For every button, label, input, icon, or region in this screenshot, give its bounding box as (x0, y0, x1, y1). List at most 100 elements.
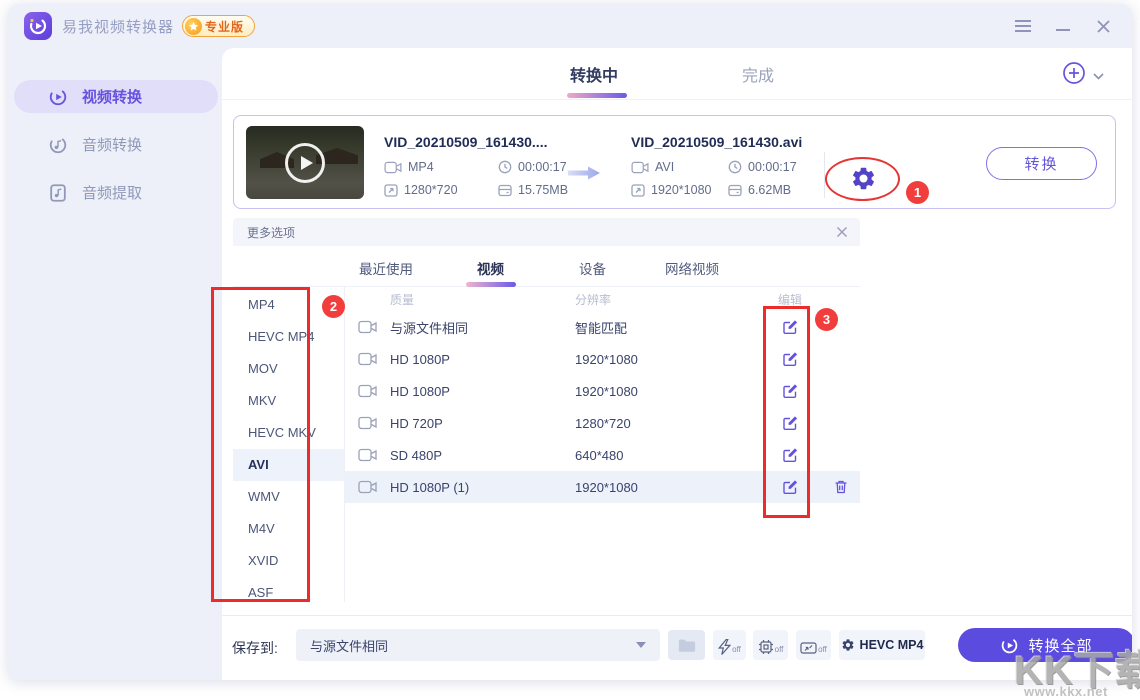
clock-icon (498, 160, 512, 174)
menu-icon[interactable] (1014, 17, 1032, 35)
panel-close-icon[interactable] (836, 226, 848, 238)
format-item-hevc-mkv[interactable]: HEVC MKV (233, 417, 344, 449)
row-quality: HD 1080P (390, 352, 575, 367)
row-quality: HD 1080P (1) (390, 480, 575, 495)
watermark-site: www.kkx.net (1024, 684, 1108, 699)
tab-finished[interactable]: 完成 (742, 62, 774, 86)
table-row-selected[interactable]: HD 1080P (1) 1920*1080 (345, 471, 860, 503)
table-row[interactable]: HD 1080P 1920*1080 (345, 375, 860, 407)
source-format: MP4 (384, 160, 434, 174)
audio-convert-icon (48, 135, 68, 155)
toggle-state-label: off (775, 645, 784, 655)
video-camera-icon (358, 320, 377, 334)
play-icon[interactable] (285, 143, 325, 183)
table-row[interactable]: SD 480P 640*480 (345, 439, 860, 471)
app-window: 易我视频转换器 专业版 (8, 4, 1132, 680)
edit-icon[interactable] (760, 415, 820, 431)
format-item-mkv[interactable]: MKV (233, 385, 344, 417)
video-camera-icon (358, 416, 377, 430)
tab-video[interactable]: 视频 (477, 258, 504, 278)
save-path-dropdown[interactable]: 与源文件相同 (296, 629, 660, 661)
convert-button[interactable]: 转换 (986, 147, 1097, 180)
chevron-down-icon[interactable] (1093, 67, 1104, 85)
options-tabs: 最近使用 视频 设备 网络视频 (233, 246, 860, 287)
tab-web-video[interactable]: 网络视频 (665, 258, 719, 278)
main-panel: 转换中 完成 (222, 48, 1132, 680)
preset-label: HEVC MP4 (860, 638, 924, 652)
format-item-m4v[interactable]: M4V (233, 513, 344, 545)
row-resolution: 智能匹配 (575, 318, 760, 337)
row-resolution: 640*480 (575, 448, 760, 463)
video-camera-icon (358, 480, 377, 494)
format-item-xvid[interactable]: XVID (233, 545, 344, 577)
sidebar-item-audio-convert[interactable]: 音频转换 (14, 128, 218, 161)
convert-all-button[interactable]: 转换全部 (958, 628, 1132, 662)
save-to-label: 保存到: (232, 638, 278, 658)
sidebar-item-label: 音频转换 (82, 134, 142, 155)
save-path-value: 与源文件相同 (310, 636, 388, 655)
play-circle-icon (1000, 636, 1019, 655)
delete-icon[interactable] (833, 479, 849, 495)
storage-icon (498, 184, 512, 197)
edit-icon[interactable] (760, 383, 820, 399)
minimize-icon[interactable] (1054, 17, 1072, 35)
target-resolution: 1920*1080 (631, 183, 711, 197)
options-body: MP4 HEVC MP4 MOV MKV HEVC MKV AVI WMV M4… (233, 287, 860, 602)
format-item-mov[interactable]: MOV (233, 353, 344, 385)
card-divider (824, 152, 825, 198)
footer-divider (222, 615, 1132, 616)
merge-files-toggle-button[interactable]: off (796, 630, 831, 660)
video-camera-icon (358, 384, 377, 398)
sidebar: 视频转换 音频转换 (8, 48, 222, 680)
source-duration: 00:00:17 (498, 160, 567, 174)
video-camera-icon (384, 161, 402, 174)
format-item-asf[interactable]: ASF (233, 577, 344, 602)
audio-extract-icon (48, 183, 68, 203)
format-item-avi-selected[interactable]: AVI (233, 449, 344, 481)
target-file-name: VID_20210509_161430.avi (631, 134, 802, 150)
settings-gear-icon[interactable] (850, 165, 877, 192)
table-row[interactable]: HD 720P 1280*720 (345, 407, 860, 439)
titlebar: 易我视频转换器 专业版 (8, 4, 1132, 48)
table-row[interactable]: HD 1080P 1920*1080 (345, 343, 860, 375)
edit-icon[interactable] (760, 351, 820, 367)
tab-header: 转换中 完成 (222, 48, 1132, 100)
open-folder-button[interactable] (668, 630, 705, 660)
add-file-icon[interactable] (1062, 61, 1086, 90)
edit-icon[interactable] (760, 319, 820, 335)
sidebar-item-audio-extract[interactable]: 音频提取 (14, 176, 218, 209)
high-speed-toggle-button[interactable]: off (713, 630, 746, 660)
header-quality: 质量 (390, 291, 575, 308)
more-options-header: 更多选项 (233, 218, 860, 246)
storage-icon (728, 184, 742, 197)
lightning-icon (718, 639, 731, 655)
row-resolution: 1920*1080 (575, 480, 760, 495)
convert-button-label: 转换 (1024, 153, 1058, 174)
close-icon[interactable] (1094, 17, 1112, 35)
app-logo-icon (24, 12, 52, 40)
row-resolution: 1920*1080 (575, 384, 760, 399)
target-duration: 00:00:17 (728, 160, 797, 174)
video-thumbnail[interactable] (246, 126, 364, 199)
gpu-acceleration-toggle-button[interactable]: off (753, 630, 788, 660)
output-preset-button[interactable]: HEVC MP4 (839, 630, 925, 660)
edit-icon[interactable] (760, 479, 820, 495)
add-file-control[interactable] (1062, 61, 1104, 90)
sidebar-item-label: 音频提取 (82, 182, 142, 203)
toggle-state-label: off (732, 645, 741, 655)
tab-device[interactable]: 设备 (579, 258, 606, 278)
table-row[interactable]: 与源文件相同 智能匹配 (345, 311, 860, 343)
active-tab-underline (567, 93, 627, 98)
edit-icon[interactable] (760, 447, 820, 463)
format-item-mp4[interactable]: MP4 (233, 289, 344, 321)
format-item-wmv[interactable]: WMV (233, 481, 344, 513)
header-edit: 编辑 (760, 291, 820, 308)
tab-converting[interactable]: 转换中 (570, 62, 618, 86)
format-item-hevc-mp4[interactable]: HEVC MP4 (233, 321, 344, 353)
tab-recently-used[interactable]: 最近使用 (359, 258, 413, 278)
format-list: MP4 HEVC MP4 MOV MKV HEVC MKV AVI WMV M4… (233, 287, 345, 602)
conversion-task-card: VID_20210509_161430.... MP4 00:00:17 128… (233, 115, 1116, 209)
video-camera-icon (358, 352, 377, 366)
screenshot-root: 易我视频转换器 专业版 (0, 0, 1140, 700)
sidebar-item-video-convert[interactable]: 视频转换 (14, 80, 218, 113)
